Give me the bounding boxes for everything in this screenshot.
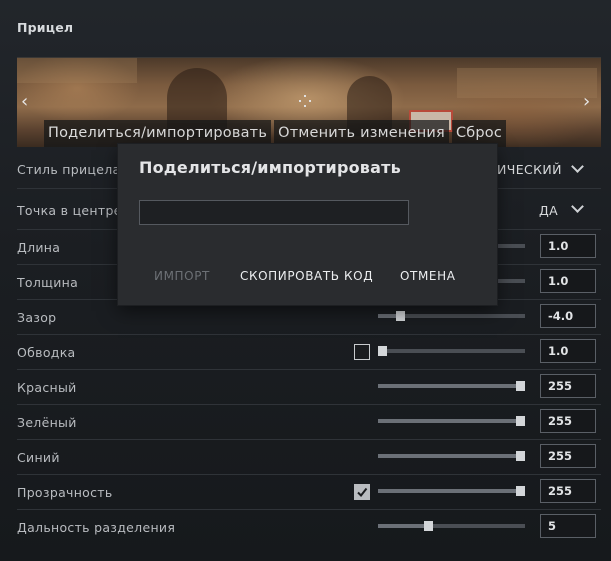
chevron-right-icon[interactable]: › [583,92,590,112]
center-dot-dropdown[interactable]: ДА [539,203,558,218]
crosshair-preview: ‹ › Поделиться/импортировать Отменить из… [17,57,601,147]
chevron-left-icon[interactable]: ‹ [21,92,28,112]
alpha-value-field[interactable]: 255 [540,479,596,503]
split-distance-value-field[interactable]: 5 [540,514,596,538]
row-label-thickness: Толщина [17,275,79,290]
row-label-blue: Синий [17,450,60,465]
share-import-button[interactable]: Поделиться/импортировать [44,120,272,147]
style-dropdown[interactable]: ИЧЕСКИЙ [497,162,562,177]
length-value-field[interactable]: 1.0 [540,234,596,258]
row-label-style: Стиль прицела [17,162,121,177]
panel-title: Прицел [17,20,74,35]
row-divider [17,474,601,475]
row-label-gap: Зазор [17,310,57,325]
green-slider[interactable] [378,416,525,426]
cancel-button[interactable]: ОТМЕНА [400,269,456,283]
row-label-split-distance: Дальность разделения [17,520,176,535]
alpha-slider[interactable] [378,486,525,496]
undo-changes-button[interactable]: Отменить изменения [274,120,449,147]
row-label-alpha: Прозрачность [17,485,113,500]
preview-toolbar: Поделиться/импортировать Отменить измене… [44,120,507,147]
import-button[interactable]: ИМПОРТ [154,269,210,283]
blue-value-field[interactable]: 255 [540,444,596,468]
thickness-value-field[interactable]: 1.0 [540,269,596,293]
crosshair-dot-icon [299,95,311,107]
reset-button[interactable]: Сброс [451,120,507,147]
row-label-outline: Обводка [17,345,76,360]
alpha-checkbox[interactable] [354,484,370,500]
blue-slider[interactable] [378,451,525,461]
row-divider [17,334,601,335]
red-value-field[interactable]: 255 [540,374,596,398]
preview-stone [457,68,597,98]
gap-value-field[interactable]: -4.0 [540,304,596,328]
share-import-dialog: Поделиться/импортировать ИМПОРТ СКОПИРОВ… [118,144,497,305]
outline-slider[interactable] [378,346,525,356]
red-slider[interactable] [378,381,525,391]
row-divider [17,404,601,405]
green-value-field[interactable]: 255 [540,409,596,433]
row-label-green: Зелёный [17,415,77,430]
gap-slider[interactable] [378,311,525,321]
outline-checkbox[interactable] [354,344,370,360]
preview-stone [17,58,137,83]
outline-value-field[interactable]: 1.0 [540,339,596,363]
row-label-red: Красный [17,380,77,395]
dialog-title: Поделиться/импортировать [139,158,401,177]
chevron-down-icon[interactable] [571,160,584,173]
row-label-length: Длина [17,240,61,255]
crosshair-code-input[interactable] [139,200,409,225]
row-divider [17,509,601,510]
chevron-down-icon[interactable] [571,200,584,213]
row-divider [17,439,601,440]
copy-code-button[interactable]: СКОПИРОВАТЬ КОД [240,269,373,283]
row-label-center-dot: Точка в центре [17,203,122,218]
split-distance-slider[interactable] [378,521,525,531]
row-divider [17,369,601,370]
